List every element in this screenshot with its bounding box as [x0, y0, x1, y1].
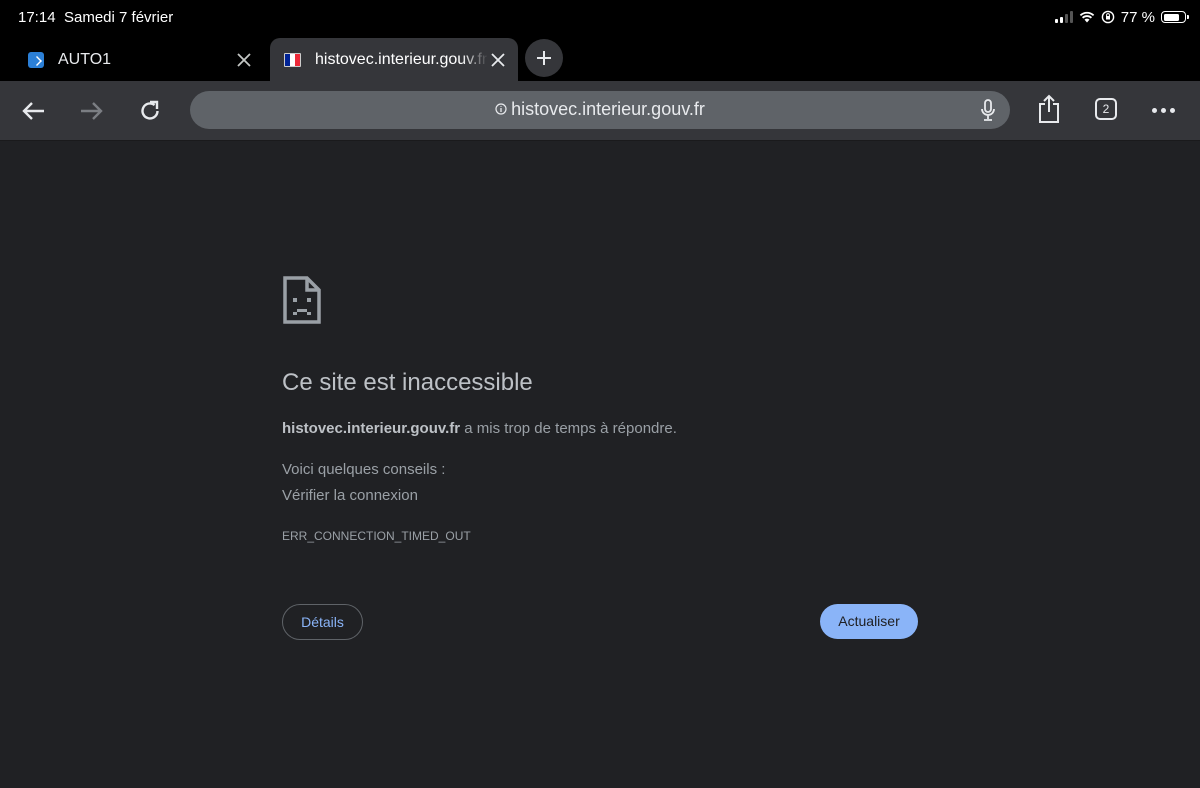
tab-title: histovec.interieur.gouv.fr — [315, 50, 488, 68]
close-tab-icon[interactable] — [234, 50, 254, 70]
share-button[interactable] — [1034, 94, 1064, 124]
new-tab-button[interactable] — [525, 39, 563, 77]
tab-histovec[interactable]: histovec.interieur.gouv.fr — [270, 38, 518, 81]
microphone-icon — [981, 99, 995, 121]
error-code: ERR_CONNECTION_TIMED_OUT — [282, 529, 471, 543]
error-title: Ce site est inaccessible — [282, 369, 533, 396]
microphone-button[interactable] — [976, 98, 1000, 122]
error-message-text: a mis trop de temps à répondre. — [460, 420, 677, 437]
orientation-lock-icon — [1101, 10, 1115, 24]
url-text: histovec.interieur.gouv.fr — [511, 99, 705, 119]
address-bar[interactable]: histovec.interieur.gouv.fr — [190, 91, 1010, 129]
cellular-signal-icon — [1054, 11, 1073, 23]
tab-auto1[interactable]: AUTO1 — [14, 38, 264, 81]
gouv-favicon-icon — [284, 52, 301, 67]
tab-title: AUTO1 — [58, 50, 112, 68]
tip-item: Vérifier la connexion — [282, 487, 418, 504]
more-menu-icon[interactable] — [1152, 108, 1175, 113]
status-bar: 17:14 Samedi 7 février 77 % — [0, 0, 1200, 34]
arrow-left-icon — [22, 102, 44, 120]
browser-toolbar: histovec.interieur.gouv.fr 2 — [0, 81, 1200, 141]
address-bar-url: histovec.interieur.gouv.fr — [190, 99, 1010, 120]
status-time: 17:14 — [18, 9, 56, 26]
forward-button[interactable] — [77, 96, 107, 126]
reload-page-button[interactable]: Actualiser — [820, 604, 918, 639]
arrow-right-icon — [81, 102, 103, 120]
reload-button[interactable] — [135, 96, 165, 126]
battery-icon — [1161, 11, 1189, 23]
wifi-icon — [1079, 11, 1095, 23]
tips-heading: Voici quelques conseils : — [282, 461, 446, 478]
status-date: Samedi 7 février — [64, 9, 174, 26]
close-tab-icon[interactable] — [488, 50, 508, 70]
sad-page-icon — [283, 276, 321, 324]
reload-icon — [141, 100, 159, 120]
auto1-favicon-icon — [28, 51, 44, 68]
plus-icon — [537, 51, 551, 65]
error-host: histovec.interieur.gouv.fr — [282, 420, 461, 437]
error-page: Ce site est inaccessible histovec.interi… — [0, 141, 1200, 788]
tab-switcher-button[interactable]: 2 — [1095, 98, 1117, 120]
error-message: histovec.interieur.gouv.fr a mis trop de… — [282, 420, 677, 437]
back-button[interactable] — [18, 96, 48, 126]
details-button[interactable]: Détails — [282, 604, 363, 640]
info-icon[interactable] — [495, 103, 507, 115]
battery-percent: 77 % — [1120, 8, 1155, 26]
tab-strip: AUTO1 histovec.interieur.gouv.fr — [0, 34, 1200, 81]
status-indicators: 77 % — [1054, 8, 1189, 26]
share-icon — [1039, 94, 1059, 123]
